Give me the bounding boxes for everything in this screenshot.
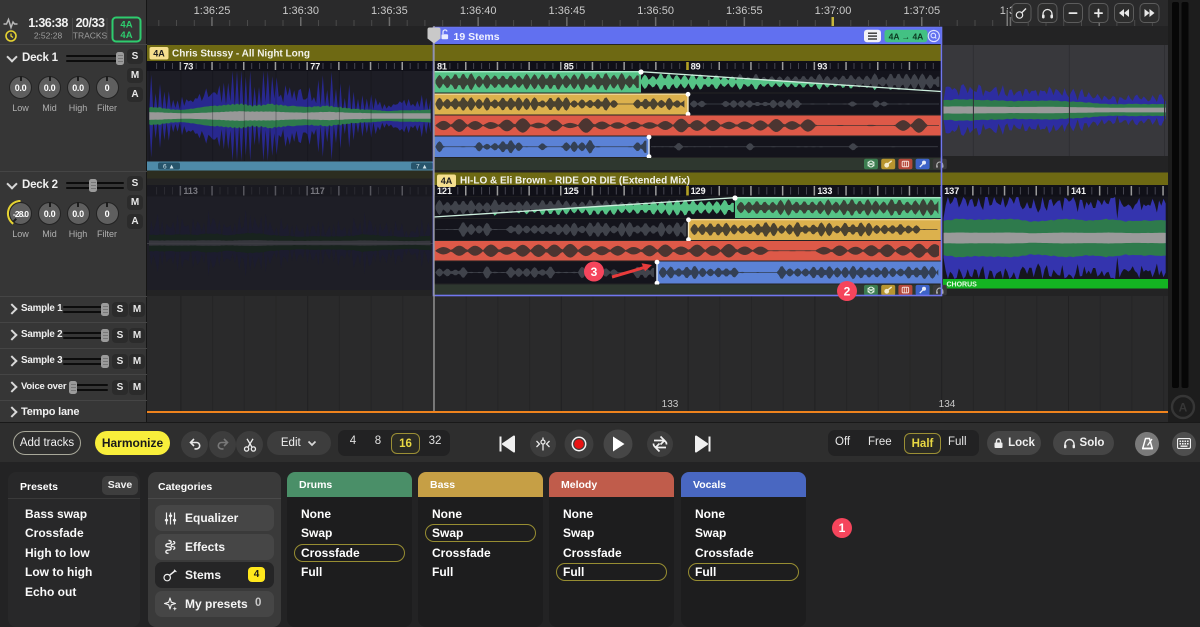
svg-text:6 ▲: 6 ▲ bbox=[163, 164, 175, 171]
svg-text:113: 113 bbox=[183, 186, 198, 196]
svg-text:141: 141 bbox=[1071, 186, 1086, 196]
svg-text:1:36:40: 1:36:40 bbox=[460, 5, 497, 17]
svg-text:1:36:25: 1:36:25 bbox=[194, 5, 231, 17]
svg-text:20/33: 20/33 bbox=[76, 16, 105, 30]
svg-text:3: 3 bbox=[591, 265, 598, 279]
svg-text:HI-LO & Eli Brown - RIDE OR DI: HI-LO & Eli Brown - RIDE OR DIE (Extende… bbox=[460, 176, 690, 187]
svg-text:133: 133 bbox=[817, 186, 832, 196]
svg-text:4A: 4A bbox=[120, 30, 132, 41]
svg-text:7 ▲: 7 ▲ bbox=[416, 164, 428, 171]
svg-text:129: 129 bbox=[691, 186, 706, 196]
svg-text:1:36:30: 1:36:30 bbox=[282, 5, 319, 17]
svg-text:73: 73 bbox=[183, 62, 193, 72]
svg-text:A: A bbox=[1179, 401, 1188, 415]
svg-text:89: 89 bbox=[691, 62, 701, 72]
svg-text:85: 85 bbox=[564, 62, 574, 72]
svg-text:117: 117 bbox=[310, 186, 325, 196]
svg-text:125: 125 bbox=[564, 186, 579, 196]
svg-text:1:36:55: 1:36:55 bbox=[726, 5, 763, 17]
svg-text:4A: 4A bbox=[153, 49, 165, 59]
svg-text:134: 134 bbox=[939, 399, 956, 410]
svg-text:1:36:38: 1:36:38 bbox=[28, 16, 68, 30]
svg-text:137: 137 bbox=[944, 186, 959, 196]
svg-text:2:52:28: 2:52:28 bbox=[34, 31, 63, 41]
svg-text:1:37:00: 1:37:00 bbox=[815, 5, 852, 17]
svg-text:121: 121 bbox=[437, 186, 452, 196]
svg-text:4A: 4A bbox=[120, 20, 132, 31]
svg-text:133: 133 bbox=[662, 399, 679, 410]
svg-text:Chris Stussy - All Night Long: Chris Stussy - All Night Long bbox=[172, 49, 310, 60]
svg-text:81: 81 bbox=[437, 62, 447, 72]
svg-text:1:37:05: 1:37:05 bbox=[903, 5, 940, 17]
svg-text:CHORUS: CHORUS bbox=[947, 282, 978, 289]
svg-text:1:36:45: 1:36:45 bbox=[549, 5, 586, 17]
svg-text:77: 77 bbox=[310, 62, 320, 72]
svg-text:19 Stems: 19 Stems bbox=[454, 31, 500, 43]
svg-text:4A: 4A bbox=[441, 176, 453, 186]
svg-text:TRACKS: TRACKS bbox=[73, 31, 108, 41]
svg-text:1:36:50: 1:36:50 bbox=[637, 5, 674, 17]
svg-text:2: 2 bbox=[844, 284, 851, 298]
svg-text:93: 93 bbox=[817, 62, 827, 72]
svg-text:1:36:35: 1:36:35 bbox=[371, 5, 408, 17]
svg-text:4A → 4A: 4A → 4A bbox=[889, 31, 924, 41]
